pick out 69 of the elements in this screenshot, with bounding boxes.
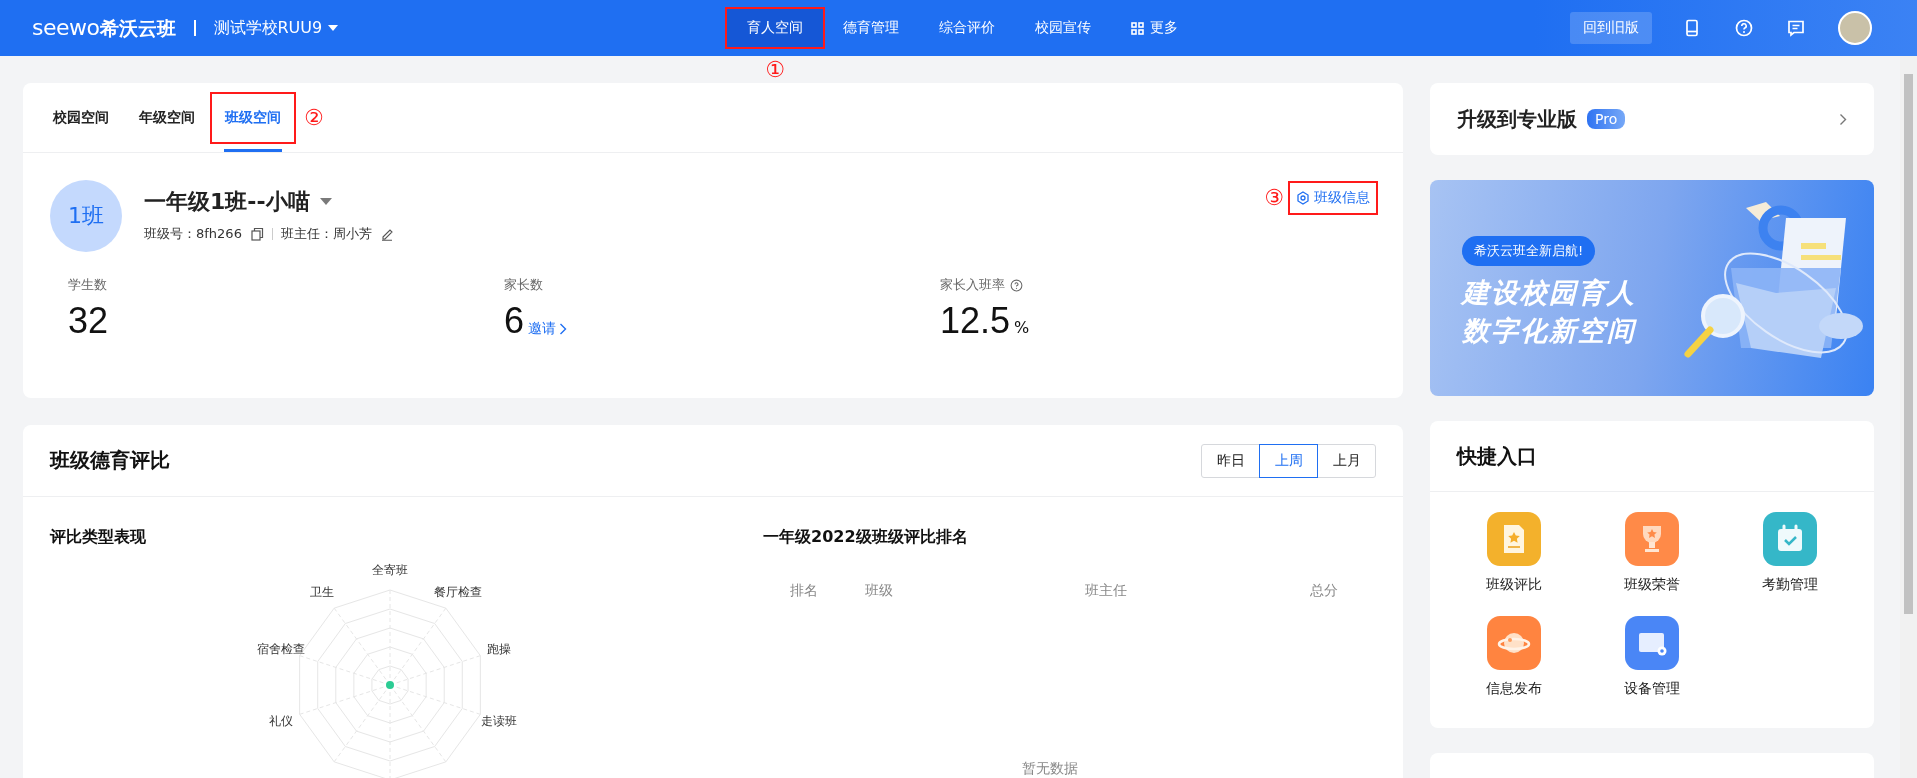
space-tab[interactable]: 年级空间 [126, 93, 208, 142]
column-header: 总分 [1310, 582, 1338, 600]
section-title: 评比类型表现 [50, 527, 147, 548]
stat-unit: % [1014, 318, 1030, 337]
nav-tab[interactable]: 综合评价 [919, 9, 1015, 47]
nav-tab[interactable]: 更多 [1111, 9, 1198, 47]
upgrade-card[interactable]: 升级到专业版 Pro [1430, 83, 1874, 155]
banner-slogan: 数字化新空间 [1462, 314, 1636, 348]
old-version-button[interactable]: 回到旧版 [1570, 12, 1652, 44]
column-header: 班级 [865, 582, 894, 600]
grid-icon [1131, 21, 1144, 35]
class-avatar: 1班 [50, 180, 122, 252]
shortcut-button[interactable]: 设备管理 [1583, 616, 1721, 698]
gear-icon [1296, 191, 1310, 205]
class-code: 班级号：8fh266 [144, 225, 242, 243]
shortcut-button[interactable]: 信息发布 [1445, 616, 1583, 698]
stat-label: 学生数 [68, 276, 107, 294]
chevron-right-icon [559, 323, 568, 335]
panel-title: 快捷入口 [1430, 421, 1874, 492]
column-header: 班主任 [1085, 582, 1128, 600]
panel-title: 班级德育评比 [50, 447, 170, 474]
user-avatar[interactable] [1838, 11, 1872, 45]
radar-label: 餐厅检查 [433, 583, 482, 601]
radar-label: 礼仪 [268, 712, 293, 730]
edit-icon[interactable] [379, 227, 394, 241]
class-teacher: 班主任：周小芳 [280, 225, 372, 243]
help-icon[interactable] [1010, 278, 1023, 292]
period-tab[interactable]: 上周 [1259, 443, 1318, 478]
banner-pill: 希沃云班全新启航! [1462, 236, 1596, 266]
stat-label: 家长入班率 [940, 276, 1005, 294]
class-info-link[interactable]: 班级信息 [1290, 183, 1376, 213]
caret-icon[interactable] [319, 198, 332, 206]
copy-icon[interactable] [249, 227, 264, 241]
radar-label: 卫生 [310, 583, 335, 601]
period-tab[interactable]: 上月 [1317, 443, 1376, 478]
shortcut-button[interactable]: 班级评比 [1445, 512, 1583, 594]
nav-tab[interactable]: 德育管理 [823, 9, 919, 47]
stat-value: 32 [68, 300, 109, 342]
shortcut-button[interactable]: 考勤管理 [1721, 512, 1859, 594]
radar-label: 走读班 [481, 712, 518, 730]
shortcut-button[interactable]: 班级荣誉 [1583, 512, 1721, 594]
class-name: 一年级1班--小喵 [144, 188, 310, 216]
logo[interactable]: seewo希沃云班 [32, 14, 176, 42]
pro-badge: Pro [1587, 109, 1626, 129]
space-tab[interactable]: 校园空间 [40, 93, 122, 142]
chevron-right-icon [1839, 112, 1847, 126]
message-icon[interactable] [1786, 18, 1806, 38]
annotation-number: ① [765, 59, 785, 81]
annotation-number: ② [304, 106, 325, 129]
annotation-number: ③ [1264, 187, 1284, 209]
nav-tab[interactable]: 育人空间 [727, 9, 823, 47]
radar-label: 跑操 [487, 640, 512, 658]
radar-label: 全寄班 [372, 561, 408, 579]
section-title: 一年级2022级班级评比排名 [763, 527, 969, 548]
invite-link[interactable]: 邀请 [528, 320, 568, 338]
radar-label: 宿舍检查 [256, 640, 305, 658]
promo-banner[interactable]: 希沃云班全新启航! 建设校园育人 数字化新空间 [1430, 180, 1874, 396]
period-tab[interactable]: 昨日 [1201, 443, 1260, 478]
stat-value: 12.5 [940, 300, 1011, 342]
space-tab[interactable]: 班级空间 [212, 93, 294, 142]
caret-icon [328, 25, 339, 31]
nav-tab[interactable]: 校园宣传 [1015, 9, 1111, 47]
column-header: 排名 [790, 582, 819, 600]
school-dropdown[interactable]: 测试学校RUU9 [213, 17, 339, 39]
stat-value: 6 [504, 300, 525, 342]
banner-slogan: 建设校园育人 [1462, 276, 1636, 310]
stat-label: 家长数 [504, 276, 543, 294]
empty-message: 暂无数据 [1020, 760, 1079, 778]
scrollbar[interactable] [1900, 56, 1917, 778]
